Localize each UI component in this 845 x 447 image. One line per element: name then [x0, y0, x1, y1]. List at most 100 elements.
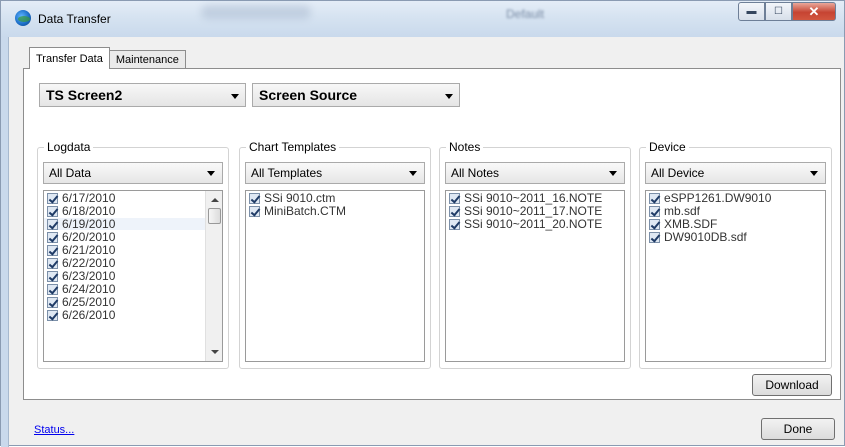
notes-group: Notes All Notes SSi 9010~2011_16.NOTE SS… [439, 140, 631, 369]
list-item[interactable]: 6/19/2010 [44, 218, 222, 230]
checkbox-checked-icon[interactable] [47, 296, 58, 308]
list-item-label: 6/17/2010 [62, 191, 116, 205]
checkbox-checked-icon[interactable] [449, 205, 460, 217]
window-left-frame [1, 37, 9, 447]
list-item[interactable]: 6/23/2010 [44, 270, 222, 282]
source-select-value: Screen Source [259, 87, 358, 103]
list-item[interactable]: 6/20/2010 [44, 231, 222, 243]
list-item[interactable]: 6/24/2010 [44, 283, 222, 295]
scroll-up-icon[interactable] [211, 198, 219, 202]
list-item[interactable]: 6/25/2010 [44, 296, 222, 308]
list-item[interactable]: 6/17/2010 [44, 192, 222, 204]
notes-filter-value: All Notes [451, 166, 500, 180]
list-item[interactable]: MiniBatch.CTM [246, 205, 424, 217]
maximize-icon: ☐ [774, 6, 783, 17]
scroll-thumb[interactable] [208, 208, 221, 224]
list-item-label: SSi 9010~2011_20.NOTE [464, 217, 603, 231]
list-item[interactable]: eSPP1261.DW9010 [646, 192, 825, 204]
device-label: Device [646, 140, 689, 154]
window-title: Data Transfer [38, 12, 111, 26]
close-icon: ✕ [808, 3, 820, 19]
list-item[interactable]: SSi 9010~2011_17.NOTE [446, 205, 624, 217]
chevron-down-icon [810, 171, 818, 176]
list-item[interactable]: 6/26/2010 [44, 309, 222, 321]
checkbox-checked-icon[interactable] [649, 192, 660, 204]
checkbox-checked-icon[interactable] [449, 192, 460, 204]
scroll-down-icon[interactable] [211, 350, 219, 354]
list-item-label: eSPP1261.DW9010 [664, 191, 772, 205]
list-item-label: 6/21/2010 [62, 243, 116, 257]
checkbox-checked-icon[interactable] [47, 283, 58, 295]
screen-select-value: TS Screen2 [46, 87, 123, 103]
checkbox-checked-icon[interactable] [47, 309, 58, 321]
list-item-label: DW9010DB.sdf [664, 230, 747, 244]
checkbox-checked-icon[interactable] [47, 192, 58, 204]
done-button[interactable]: Done [761, 418, 835, 440]
status-link[interactable]: Status... [34, 424, 74, 436]
maximize-button[interactable]: ☐ [765, 2, 792, 21]
download-button[interactable]: Download [752, 374, 832, 396]
list-item[interactable]: 6/21/2010 [44, 244, 222, 256]
checkbox-checked-icon[interactable] [649, 231, 660, 243]
list-item-label: MiniBatch.CTM [264, 204, 347, 218]
list-item[interactable]: DW9010DB.sdf [646, 231, 825, 243]
logdata-group: Logdata All Data 6/17/2010 6/18/2010 6/1… [37, 140, 229, 369]
window-controls: ▬ ☐ ✕ [738, 2, 836, 22]
close-button[interactable]: ✕ [792, 2, 836, 21]
source-select[interactable]: Screen Source [252, 83, 460, 107]
checkbox-checked-icon[interactable] [47, 244, 58, 256]
checkbox-checked-icon[interactable] [649, 205, 660, 217]
checkbox-checked-icon[interactable] [249, 205, 260, 217]
notes-list[interactable]: SSi 9010~2011_16.NOTE SSi 9010~2011_17.N… [445, 190, 625, 362]
checkbox-checked-icon[interactable] [47, 270, 58, 282]
logdata-filter-select[interactable]: All Data [43, 162, 223, 184]
chevron-down-icon [409, 171, 417, 176]
chevron-down-icon [445, 94, 453, 99]
list-item[interactable]: SSi 9010~2011_16.NOTE [446, 192, 624, 204]
checkbox-checked-icon[interactable] [449, 218, 460, 230]
logdata-label: Logdata [44, 140, 94, 154]
minimize-button[interactable]: ▬ [738, 2, 765, 21]
logdata-scrollbar[interactable] [205, 191, 222, 361]
tab-strip: Transfer Data Maintenance [29, 47, 186, 69]
list-item[interactable]: 6/22/2010 [44, 257, 222, 269]
tab-transfer-data[interactable]: Transfer Data [29, 47, 110, 69]
list-item-label: 6/19/2010 [62, 217, 116, 231]
globe-icon [15, 10, 31, 26]
screen-select[interactable]: TS Screen2 [39, 83, 246, 107]
logdata-list[interactable]: 6/17/2010 6/18/2010 6/19/2010 6/20/2010 … [43, 190, 223, 362]
list-item-label: 6/23/2010 [62, 269, 116, 283]
tab-maintenance[interactable]: Maintenance [108, 50, 186, 69]
logdata-filter-value: All Data [49, 166, 92, 180]
checkbox-checked-icon[interactable] [249, 192, 260, 204]
list-item[interactable]: XMB.SDF [646, 218, 825, 230]
list-item-label: SSi 9010.ctm [264, 191, 336, 205]
minimize-icon: ▬ [746, 6, 757, 17]
data-transfer-window: Data Transfer Default ▬ ☐ ✕ Transfer Dat… [0, 0, 845, 447]
list-item-label: 6/24/2010 [62, 282, 116, 296]
list-item[interactable]: SSi 9010~2011_20.NOTE [446, 218, 624, 230]
chart-templates-group: Chart Templates All Templates SSi 9010.c… [239, 140, 431, 369]
list-item-label: mb.sdf [664, 204, 701, 218]
notes-filter-select[interactable]: All Notes [445, 162, 625, 184]
checkbox-checked-icon[interactable] [47, 257, 58, 269]
device-list[interactable]: eSPP1261.DW9010 mb.sdf XMB.SDF DW9010DB.… [645, 190, 826, 362]
list-item[interactable]: SSi 9010.ctm [246, 192, 424, 204]
checkbox-checked-icon[interactable] [47, 205, 58, 217]
checkbox-checked-icon[interactable] [649, 218, 660, 230]
list-item-label: 6/25/2010 [62, 295, 116, 309]
chart-templates-list[interactable]: SSi 9010.ctm MiniBatch.CTM [245, 190, 425, 362]
checkbox-checked-icon[interactable] [47, 218, 58, 230]
chevron-down-icon [207, 171, 215, 176]
title-bar: Data Transfer Default ▬ ☐ ✕ [1, 1, 844, 37]
list-item-label: XMB.SDF [664, 217, 718, 231]
checkbox-checked-icon[interactable] [47, 231, 58, 243]
notes-label: Notes [446, 140, 484, 154]
chart-templates-filter-select[interactable]: All Templates [245, 162, 425, 184]
list-item-label: SSi 9010~2011_16.NOTE [464, 191, 603, 205]
list-item-label: SSi 9010~2011_17.NOTE [464, 204, 603, 218]
chevron-down-icon [231, 94, 239, 99]
device-filter-select[interactable]: All Device [645, 162, 826, 184]
list-item[interactable]: mb.sdf [646, 205, 825, 217]
list-item[interactable]: 6/18/2010 [44, 205, 222, 217]
